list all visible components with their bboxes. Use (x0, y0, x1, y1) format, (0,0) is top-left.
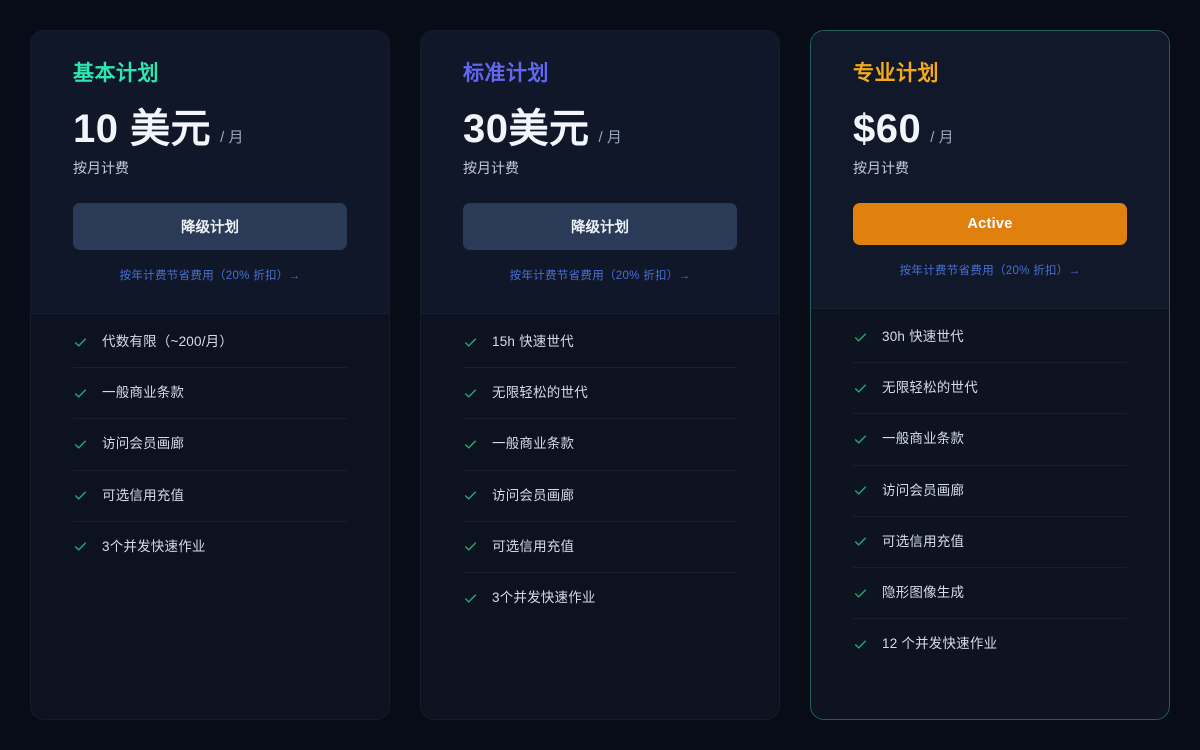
plan-price: $60 / 月 (853, 108, 1127, 150)
feature-item: 隐形图像生成 (853, 568, 1127, 620)
feature-item: 3个并发快速作业 (73, 522, 347, 572)
feature-label: 可选信用充值 (882, 533, 965, 549)
feature-item: 代数有限（~200/月） (73, 314, 347, 369)
feature-item: 一般商业条款 (463, 419, 737, 471)
feature-item: 15h 快速世代 (463, 314, 737, 369)
plan-card-header: 专业计划 $60 / 月按月计费 Active 按年计费节省费用（20% 折扣）→ (811, 31, 1169, 309)
plan-card: 标准计划 30美元 / 月按月计费降级计划按年计费节省费用（20% 折扣）→ 15h … (420, 30, 780, 720)
feature-label: 一般商业条款 (882, 431, 965, 447)
plan-price: 30美元 / 月 (463, 108, 737, 150)
check-icon (73, 539, 88, 554)
feature-label: 可选信用充值 (102, 487, 185, 503)
plan-card: 专业计划 $60 / 月按月计费 Active 按年计费节省费用（20% 折扣）→ 30h… (810, 30, 1170, 720)
plan-price-amount: 30美元 (463, 107, 590, 151)
plan-billing-note: 按月计费 (73, 160, 129, 176)
plan-card: 基本计划 10 美元 / 月按月计费降级计划按年计费节省费用（20% 折扣）→ 代数有… (30, 30, 390, 720)
feature-label: 隐形图像生成 (882, 584, 965, 600)
check-icon (463, 437, 478, 452)
check-icon (853, 483, 868, 498)
feature-label: 无限轻松的世代 (492, 385, 588, 401)
plan-price: 10 美元 / 月 (73, 108, 347, 150)
check-icon (73, 488, 88, 503)
feature-item: 访问会员画廊 (853, 466, 1127, 517)
feature-label: 访问会员画廊 (102, 436, 185, 452)
plan-card-header: 标准计划 30美元 / 月按月计费降级计划按年计费节省费用（20% 折扣）→ (421, 31, 779, 314)
pricing-plans-grid: 基本计划 10 美元 / 月按月计费降级计划按年计费节省费用（20% 折扣）→ 代数有… (0, 0, 1200, 750)
feature-item: 无限轻松的世代 (853, 363, 1127, 415)
feature-item: 30h 快速世代 (853, 309, 1127, 364)
plan-billing-note: 按月计费 (463, 160, 519, 176)
check-icon (853, 637, 868, 652)
feature-label: 3个并发快速作业 (102, 538, 206, 554)
feature-label: 访问会员画廊 (882, 482, 965, 498)
plan-price-amount: 10 美元 (73, 107, 212, 151)
feature-item: 可选信用充值 (73, 471, 347, 522)
feature-label: 15h 快速世代 (492, 334, 574, 349)
feature-item: 12 个并发快速作业 (853, 619, 1127, 669)
feature-label: 12 个并发快速作业 (882, 636, 998, 652)
plan-price-period: / 月 (220, 129, 244, 146)
check-icon (853, 432, 868, 447)
plan-billing-note: 按月计费 (853, 160, 909, 176)
feature-item: 访问会员画廊 (463, 471, 737, 522)
plan-title: 基本计划 (73, 62, 159, 85)
feature-item: 无限轻松的世代 (463, 368, 737, 420)
check-icon (463, 591, 478, 606)
feature-item: 访问会员画廊 (73, 419, 347, 471)
feature-label: 代数有限（~200/月） (102, 334, 234, 349)
check-icon (853, 586, 868, 601)
feature-item: 3个并发快速作业 (463, 573, 737, 623)
annual-billing-link[interactable]: 按年计费节省费用（20% 折扣）→ (463, 267, 737, 283)
feature-label: 一般商业条款 (102, 385, 185, 401)
plan-title: 标准计划 (463, 62, 549, 85)
feature-item: 可选信用充值 (853, 517, 1127, 568)
feature-label: 无限轻松的世代 (882, 380, 978, 396)
check-icon (853, 534, 868, 549)
plan-downgrade-button[interactable]: 降级计划 (463, 203, 737, 250)
feature-label: 一般商业条款 (492, 436, 575, 452)
feature-label: 30h 快速世代 (882, 329, 964, 344)
plan-title: 专业计划 (853, 62, 939, 85)
plan-feature-list: 15h 快速世代 无限轻松的世代 一般商业条款 访问会员画廊 可选信用充值 3个并发快速作… (421, 314, 779, 719)
plan-active-button[interactable]: Active (853, 203, 1127, 245)
plan-card-header: 基本计划 10 美元 / 月按月计费降级计划按年计费节省费用（20% 折扣）→ (31, 31, 389, 314)
check-icon (853, 330, 868, 345)
feature-label: 3个并发快速作业 (492, 589, 596, 605)
plan-price-period: / 月 (598, 129, 622, 146)
feature-label: 可选信用充值 (492, 538, 575, 554)
plan-price-amount: $60 (853, 107, 922, 151)
check-icon (463, 539, 478, 554)
check-icon (463, 386, 478, 401)
check-icon (853, 381, 868, 396)
check-icon (463, 488, 478, 503)
plan-downgrade-button[interactable]: 降级计划 (73, 203, 347, 250)
check-icon (73, 335, 88, 350)
feature-label: 访问会员画廊 (492, 487, 575, 503)
plan-price-period: / 月 (930, 129, 954, 146)
check-icon (463, 335, 478, 350)
plan-feature-list: 代数有限（~200/月） 一般商业条款 访问会员画廊 可选信用充值 3个并发快速作业 (31, 314, 389, 719)
feature-item: 一般商业条款 (853, 414, 1127, 466)
check-icon (73, 386, 88, 401)
feature-item: 可选信用充值 (463, 522, 737, 573)
plan-feature-list: 30h 快速世代 无限轻松的世代 一般商业条款 访问会员画廊 可选信用充值 隐形图像生成 1… (811, 309, 1169, 719)
check-icon (73, 437, 88, 452)
annual-billing-link[interactable]: 按年计费节省费用（20% 折扣）→ (73, 267, 347, 283)
annual-billing-link[interactable]: 按年计费节省费用（20% 折扣）→ (853, 262, 1127, 278)
feature-item: 一般商业条款 (73, 368, 347, 420)
